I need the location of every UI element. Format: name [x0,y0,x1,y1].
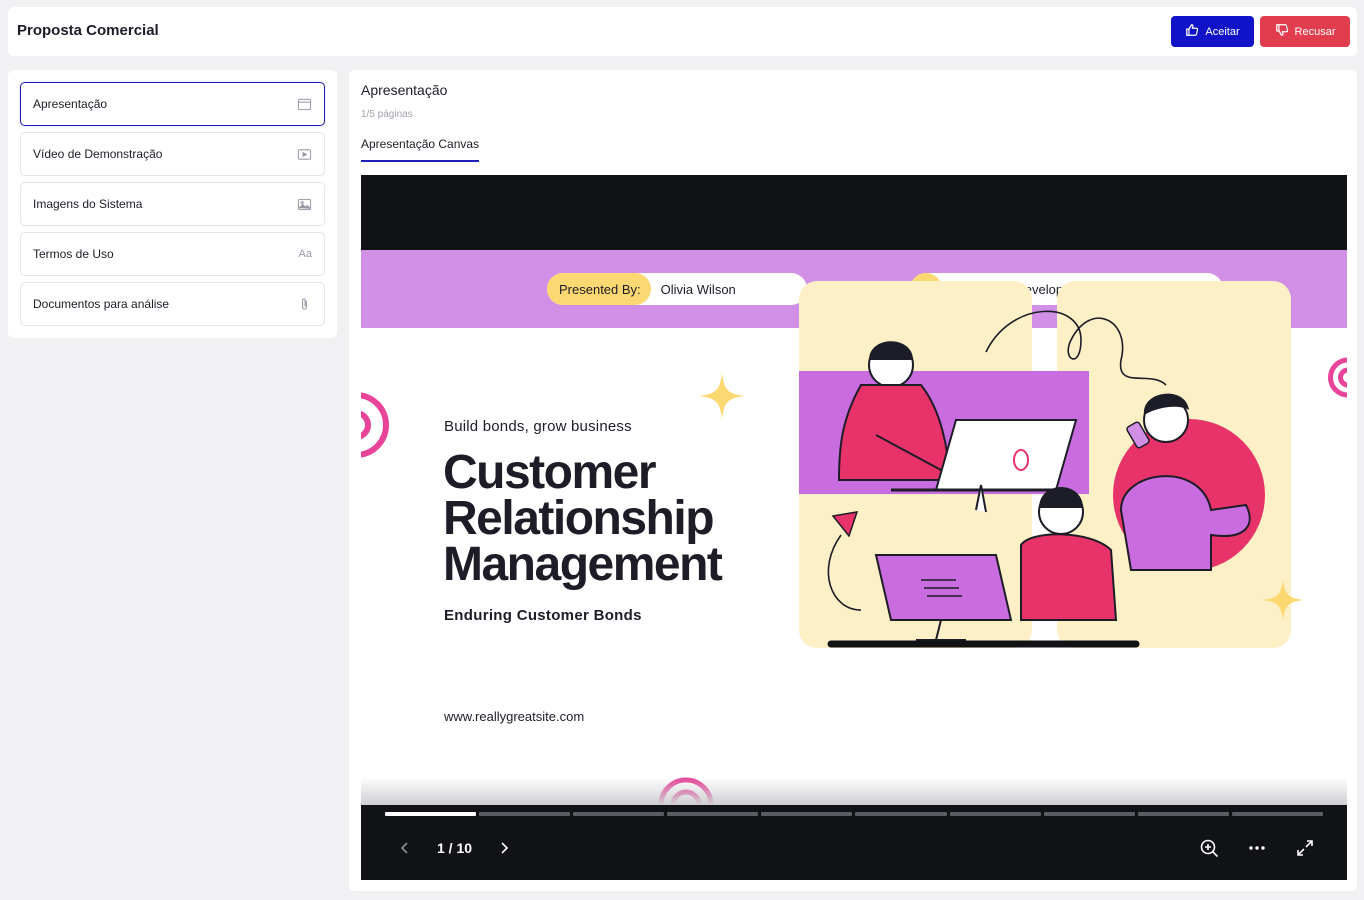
next-page-button[interactable] [494,838,514,858]
sidebar-item-documentos[interactable]: Documentos para análise [20,282,325,326]
more-dots-icon [1249,846,1265,850]
sparkle-icon [699,373,745,419]
sidebar-item-termos[interactable]: Termos de Uso Aa [20,232,325,276]
progress-segment[interactable] [479,812,571,816]
page-indicator: 1 / 10 [437,840,473,856]
slide-subtitle: Build bonds, grow business [444,418,632,435]
slide-tagline: Enduring Customer Bonds [444,607,642,624]
progress-segment[interactable] [949,812,1041,816]
reject-label: Recusar [1294,25,1336,38]
presentation-viewer: Presented By: Olivia Wilson Business Dev… [361,175,1347,880]
zoom-in-button[interactable] [1199,838,1219,858]
paperclip-icon [297,297,312,312]
presenter-name: Olivia Wilson [660,281,736,297]
progress-segment[interactable] [573,812,665,816]
slide-progress-bar[interactable] [385,812,1323,816]
page-count: 1/5 páginas [361,109,413,120]
expand-icon [1297,840,1313,856]
presented-by-label: Presented By: [547,273,651,305]
sidebar-item-label: Imagens do Sistema [33,197,143,211]
video-icon [297,147,312,162]
headline-line: Customer [443,446,657,499]
page-title: Proposta Comercial [17,22,159,39]
slide-fade [361,777,1347,805]
prev-page-button[interactable] [395,838,415,858]
sidebar-item-imagens[interactable]: Imagens do Sistema [20,182,325,226]
zoom-in-icon [1200,839,1219,858]
slide-headline: Customer Relationship Management [443,446,723,591]
progress-segment[interactable] [761,812,853,816]
section-title: Apresentação [361,82,448,98]
headline-line: Management [443,538,723,591]
chevron-right-icon [501,842,509,854]
accept-button[interactable]: Aceitar [1171,16,1254,47]
sidebar: Apresentação Vídeo de Demonstração Image… [8,70,337,338]
text-aa-icon: Aa [298,248,312,260]
progress-segment[interactable] [385,812,477,816]
progress-segment[interactable] [855,812,947,816]
thumbs-down-icon [1275,23,1289,40]
main-panel: Apresentação 1/5 páginas Apresentação Ca… [349,70,1357,891]
sidebar-item-label: Vídeo de Demonstração [33,147,163,161]
sidebar-item-apresentacao[interactable]: Apresentação [20,82,325,126]
viewer-toolbar [1199,835,1315,861]
headline-line: Relationship [443,492,715,545]
image-icon [297,197,312,212]
progress-segment[interactable] [1043,812,1135,816]
thumbs-up-icon [1185,23,1199,40]
fullscreen-button[interactable] [1295,838,1315,858]
sidebar-item-label: Documentos para análise [33,297,170,311]
presenter-pill: Presented By: Olivia Wilson [547,273,807,305]
progress-segment[interactable] [1137,812,1229,816]
more-options-button[interactable] [1247,838,1267,858]
accept-label: Aceitar [1205,25,1240,38]
slide-website: www.reallygreatsite.com [444,709,585,724]
sidebar-item-label: Termos de Uso [33,247,114,261]
progress-segment[interactable] [667,812,759,816]
progress-segment[interactable] [1231,812,1323,816]
sidebar-item-label: Apresentação [33,97,108,111]
slide: Presented By: Olivia Wilson Business Dev… [361,250,1347,805]
tab-apresentacao-canvas[interactable]: Apresentação Canvas [361,137,480,162]
pager: 1 / 10 [395,835,514,861]
sidebar-item-video[interactable]: Vídeo de Demonstração [20,132,325,176]
reject-button[interactable]: Recusar [1260,16,1350,47]
window-icon [297,97,312,112]
top-bar: Proposta Comercial Aceitar Recusar [8,7,1357,56]
chevron-left-icon [400,842,408,854]
swirl-decoration [361,392,389,458]
crm-illustration [799,281,1303,648]
